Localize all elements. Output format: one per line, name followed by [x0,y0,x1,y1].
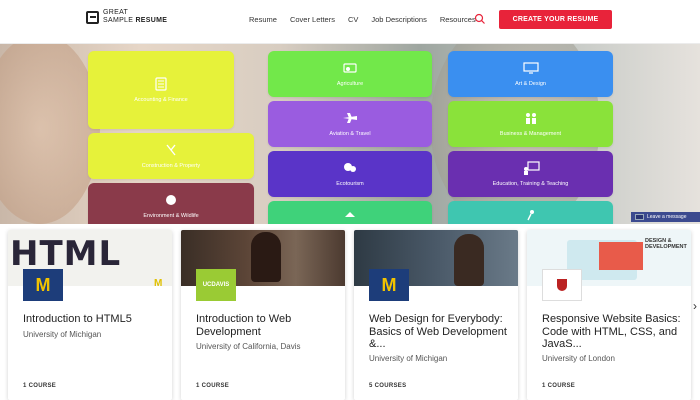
tractor-icon [341,61,359,75]
category-tile-accounting[interactable]: Accounting & Finance [88,51,234,129]
michigan-m-small-icon: M [154,278,163,289]
university-logo: M [369,269,409,301]
course-count: 1 COURSE [542,383,576,389]
course-title[interactable]: Introduction to HTML5 [23,313,165,326]
course-carousel: HTML M M Introduction to HTML5 Universit… [0,224,700,400]
nav-cv[interactable]: CV [348,15,358,24]
course-card[interactable]: M Web Design for Everybody: Basics of We… [354,230,518,400]
tile-label: Art & Design [515,81,546,87]
site-header: GREAT SAMPLE RESUME Resume Cover Letters… [0,0,700,44]
tile-label: Aviation & Travel [329,131,371,137]
category-tile-agriculture[interactable]: Agriculture [268,51,432,97]
nav-resume[interactable]: Resume [249,15,277,24]
nav-resources[interactable]: Resources [440,15,476,24]
runner-icon [522,209,540,223]
main-nav: Resume Cover Letters CV Job Descriptions… [249,15,476,24]
create-resume-button[interactable]: CREATE YOUR RESUME [499,10,612,29]
course-org: University of Michigan [369,354,448,363]
board-icon [522,161,540,175]
category-tile-environment[interactable]: Environment & Wildlife [88,183,254,224]
thumb-html-text: HTML [10,234,122,274]
globe-icon [162,193,180,207]
airplane-icon [341,111,359,125]
person-photo [251,232,281,282]
tile-label: Agriculture [336,81,364,87]
site-logo[interactable]: GREAT SAMPLE RESUME [86,9,167,25]
leave-message-button[interactable]: Leave a message [631,212,700,222]
tile-label: Business & Management [499,131,562,137]
course-title[interactable]: Web Design for Everybody: Basics of Web … [369,313,511,351]
chevron-right-icon[interactable]: › [693,299,697,313]
tile-label: Environment & Wildlife [143,213,199,219]
course-title[interactable]: Responsive Website Basics: Code with HTM… [542,313,684,351]
course-org: University of California, Davis [196,342,301,351]
leaf-icon [341,161,359,175]
tile-label: Construction & Property [141,163,201,169]
course-org: University of Michigan [23,330,102,339]
category-tile-education[interactable]: Education, Training & Teaching [448,151,613,197]
tile-label: Education, Training & Teaching [492,181,569,187]
course-card[interactable]: UCDAVIS Introduction to Web Development … [181,230,345,400]
category-tile-ecotourism[interactable]: Ecotourism [268,151,432,197]
michigan-m-icon: M [35,274,51,295]
thumb-design-text: DESIGN & DEVELOPMENT [645,238,687,250]
calculator-icon [152,77,170,91]
course-count: 5 COURSES [369,383,407,389]
people-icon [522,111,540,125]
logo-line1: GREAT [103,9,129,16]
category-tile-business[interactable]: Business & Management [448,101,613,147]
hero-section: Accounting & Finance Agriculture Art & D… [0,44,700,224]
course-org: University of London [542,354,615,363]
search-icon[interactable] [474,13,486,25]
course-card[interactable]: HTML M M Introduction to HTML5 Universit… [8,230,172,400]
ucdavis-logo-text: UCDAVIS [202,282,230,288]
hero-background-photo [0,44,100,224]
michigan-m-icon: M [381,274,397,295]
tile-label: Ecotourism [336,181,364,187]
screen-illustration [599,242,643,270]
monitor-icon [522,61,540,75]
logo-line2a: SAMPLE [103,17,134,24]
tools-icon [162,143,180,157]
university-logo: UCDAVIS [196,269,236,301]
category-tile-sports[interactable] [448,201,613,224]
leave-message-label: Leave a message [647,214,687,220]
course-count: 1 COURSE [23,383,57,389]
nav-cover-letters[interactable]: Cover Letters [290,15,335,24]
course-card[interactable]: DESIGN & DEVELOPMENT Responsive Website … [527,230,691,400]
category-tile-construction[interactable]: Construction & Property [88,133,254,179]
logo-mark-icon [86,10,99,24]
flag-icon [635,214,644,220]
course-count: 1 COURSE [196,383,230,389]
course-title[interactable]: Introduction to Web Development [196,313,338,338]
more-icon [341,209,359,223]
category-tile-art-design[interactable]: Art & Design [448,51,613,97]
category-tile-more[interactable] [268,201,432,224]
london-crest-icon [557,279,567,291]
nav-job-descriptions[interactable]: Job Descriptions [371,15,426,24]
tile-label: Accounting & Finance [134,97,188,103]
category-tile-aviation[interactable]: Aviation & Travel [268,101,432,147]
logo-line2b: RESUME [135,17,168,24]
university-logo [542,269,582,301]
university-logo: M [23,269,63,301]
person-photo [454,234,484,286]
